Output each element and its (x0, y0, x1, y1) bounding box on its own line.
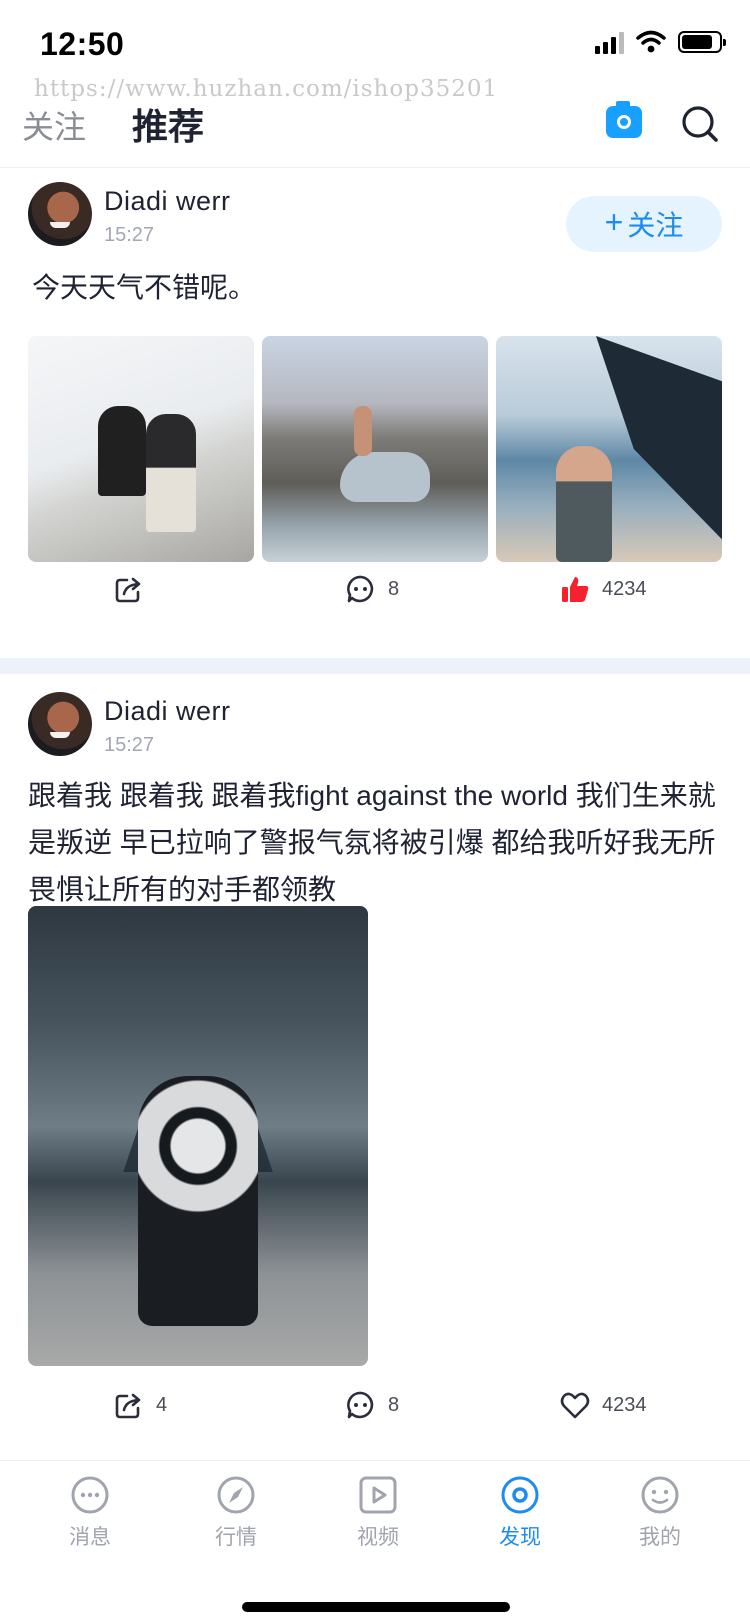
status-bar: 12:50 (0, 0, 750, 88)
post-text: 今天天气不错呢。 (32, 272, 257, 303)
comment-button[interactable]: 8 (346, 574, 399, 604)
feed-post[interactable]: Diadi werr 15:27 跟着我 跟着我 跟着我fight agains… (0, 676, 750, 1476)
cellular-signal-icon (595, 30, 624, 54)
home-indicator (242, 1602, 510, 1612)
avatar[interactable] (28, 692, 92, 756)
post-text: 跟着我 跟着我 跟着我fight against the world 我们生来就… (28, 780, 716, 905)
tab-messages[interactable]: 消息 (40, 1475, 140, 1551)
share-icon (115, 577, 141, 603)
section-divider (0, 658, 750, 674)
bottom-tab-bar: 消息 行情 视频 发现 我的 (0, 1460, 750, 1624)
tab-label: 我的 (639, 1526, 681, 1549)
tab-recommend[interactable]: 推荐 (132, 98, 204, 150)
post-actions: 8 4234 (0, 574, 750, 624)
post-actions: 4 8 4234 (0, 1390, 750, 1440)
like-button[interactable]: 4234 (560, 574, 647, 604)
post-time: 15:27 (104, 734, 155, 756)
battery-icon (678, 31, 726, 53)
comment-icon (347, 575, 374, 603)
share-button[interactable]: 4 (114, 1390, 167, 1420)
profile-icon (641, 1476, 679, 1514)
compass-icon (217, 1476, 255, 1514)
comment-count: 8 (388, 1393, 400, 1416)
comment-button[interactable]: 8 (346, 1390, 399, 1420)
thumbs-up-icon (562, 577, 589, 602)
user-name[interactable]: Diadi werr (104, 186, 231, 217)
feed-post[interactable]: Diadi werr 15:27 + 关注 今天天气不错呢。 8 4234 (0, 170, 750, 660)
post-photo[interactable] (262, 336, 488, 562)
top-nav: 关注 推荐 (0, 96, 750, 168)
avatar[interactable] (28, 182, 92, 246)
discover-icon (501, 1476, 539, 1514)
like-count: 4234 (602, 577, 647, 600)
follow-button-label: 关注 (627, 210, 684, 241)
tab-label: 行情 (215, 1526, 257, 1549)
message-icon (71, 1476, 109, 1514)
tab-profile[interactable]: 我的 (610, 1475, 710, 1551)
tab-label: 发现 (499, 1526, 541, 1549)
status-icons (595, 30, 726, 54)
comment-icon (347, 1391, 374, 1419)
status-time: 12:50 (40, 26, 125, 62)
share-button[interactable] (114, 574, 156, 604)
user-name[interactable]: Diadi werr (104, 696, 231, 727)
comment-count: 8 (388, 577, 400, 600)
share-count: 4 (156, 1393, 168, 1416)
share-icon (115, 1393, 141, 1419)
like-button[interactable]: 4234 (560, 1390, 647, 1420)
wifi-icon (636, 30, 666, 53)
search-icon[interactable] (680, 102, 720, 146)
camera-icon[interactable] (606, 101, 642, 138)
post-photo[interactable] (496, 336, 722, 562)
tab-follow[interactable]: 关注 (22, 102, 86, 148)
tab-video[interactable]: 视频 (328, 1475, 428, 1551)
tab-label: 视频 (357, 1526, 399, 1549)
video-icon (359, 1476, 397, 1514)
heart-icon (560, 1392, 590, 1419)
tab-discover[interactable]: 发现 (470, 1475, 570, 1551)
post-photo[interactable] (28, 336, 254, 562)
like-count: 4234 (602, 1393, 647, 1416)
follow-button[interactable]: + 关注 (566, 196, 722, 252)
tab-market[interactable]: 行情 (186, 1475, 286, 1551)
post-photo[interactable] (28, 906, 368, 1366)
tab-label: 消息 (69, 1526, 111, 1549)
plus-icon: + (604, 204, 624, 240)
post-time: 15:27 (104, 224, 155, 246)
